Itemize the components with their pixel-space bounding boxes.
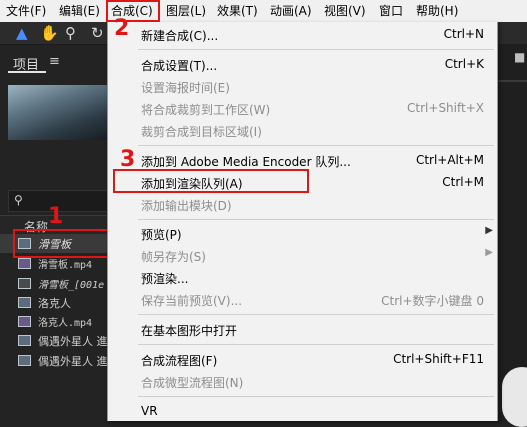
composition-icon (18, 297, 31, 308)
menu-separator (138, 314, 494, 315)
footage-thumbnail (8, 85, 107, 140)
menu-item-save-current-preview: 保存当前预览(V)... Ctrl+数字小键盘 0 (108, 289, 497, 309)
menu-item-shortcut: Ctrl+K (444, 57, 484, 71)
menu-item-shortcut: Ctrl+M (442, 175, 484, 189)
composition-icon (18, 355, 31, 366)
menu-help[interactable]: 帮助(H) (416, 0, 458, 22)
file-name: 偶遇外星人 進 (38, 355, 107, 368)
menu-separator (138, 145, 494, 146)
step-3-marker: 3 (120, 147, 136, 172)
menu-item-label: 添加输出模块(D) (141, 199, 232, 213)
menu-item-label: 在基本图形中打开 (141, 324, 238, 338)
file-name: 滑雪板_[001e (38, 280, 105, 291)
menu-layer[interactable]: 图层(L) (166, 0, 206, 22)
menu-separator (138, 344, 494, 345)
menu-item-label: 合成微型流程图(N) (141, 376, 244, 390)
menu-view[interactable]: 视图(V) (324, 0, 366, 22)
menu-item-save-frame-as: 帧另存为(S) ▶ (108, 245, 497, 265)
image-sequence-icon (18, 278, 31, 289)
step-3-highlight (113, 169, 309, 193)
menu-item-crop-comp-to-region: 裁剪合成到目标区域(I) (108, 120, 497, 140)
menu-item-label: 合成流程图(F) (141, 354, 218, 368)
menu-item-label: 预览(P) (141, 228, 182, 242)
menu-item-label: 裁剪合成到目标区域(I) (141, 125, 262, 139)
menu-item-mini-flowchart: 合成微型流程图(N) (108, 371, 497, 391)
tools-toolbar: ▲ ✋ ⚲ ↻ (0, 22, 107, 45)
menu-window[interactable]: 窗口 (379, 0, 403, 22)
right-toolbar-edge (496, 22, 527, 44)
divider (496, 80, 527, 82)
list-item[interactable]: 洛克人.mp4 (0, 312, 107, 331)
menu-item-label: 保存当前预览(V)... (141, 294, 243, 308)
step-1-highlight (13, 229, 111, 258)
menu-item-open-in-essential-graphics[interactable]: 在基本图形中打开 (108, 319, 497, 339)
menu-item-label: 添加到 Adobe Media Encoder 队列... (141, 155, 351, 169)
menu-item-shortcut: Ctrl+Shift+F11 (393, 352, 484, 366)
menu-separator (138, 219, 494, 220)
menu-item-shortcut: Ctrl+N (443, 27, 484, 41)
menu-item-add-to-media-encoder[interactable]: 添加到 Adobe Media Encoder 队列... Ctrl+Alt+M (108, 150, 497, 170)
file-name: 偶遇外星人 進 (38, 335, 107, 348)
composition-menu-dropdown: 新建合成(C)... Ctrl+N 合成设置(T)... Ctrl+K 设置海报… (107, 22, 498, 421)
hand-tool-icon[interactable]: ✋ (40, 25, 59, 41)
composition-icon (18, 335, 31, 346)
menu-item-label: 合成设置(T)... (141, 59, 218, 73)
submenu-arrow-icon: ▶ (485, 247, 493, 258)
menu-item-pre-render[interactable]: 预渲染... (108, 267, 497, 287)
project-panel-tab[interactable]: 项目 ≡ (0, 51, 107, 73)
right-panel-edge: ■ (496, 22, 527, 427)
menu-file[interactable]: 文件(F) (6, 0, 46, 22)
panel-menu-icon[interactable]: ≡ (49, 54, 60, 69)
menu-item-composition-settings[interactable]: 合成设置(T)... Ctrl+K (108, 54, 497, 74)
menu-item-label: 设置海报时间(E) (141, 81, 230, 95)
menu-item-label: 新建合成(C)... (141, 29, 219, 43)
floating-widget (502, 367, 527, 427)
menu-item-label: VR (141, 404, 158, 418)
file-name: 洛克人.mp4 (38, 318, 93, 329)
menu-item-preview[interactable]: 预览(P) ▶ (108, 223, 497, 243)
menu-animation[interactable]: 动画(A) (270, 0, 312, 22)
menu-item-shortcut: Ctrl+Shift+X (407, 101, 484, 115)
list-item[interactable]: 滑雪板_[001e (0, 274, 107, 293)
menu-item-vr[interactable]: VR (108, 401, 497, 421)
menu-separator (138, 396, 494, 397)
list-item[interactable]: 洛克人 (0, 293, 107, 312)
menu-separator (138, 49, 494, 50)
panel-edge-icon: ■ (514, 50, 526, 64)
video-file-icon (18, 316, 31, 327)
menu-item-new-composition[interactable]: 新建合成(C)... Ctrl+N (108, 24, 497, 44)
submenu-arrow-icon: ▶ (485, 225, 493, 236)
zoom-tool-icon[interactable]: ⚲ (65, 25, 76, 41)
list-item[interactable]: 偶遇外星人 進 (0, 351, 107, 370)
menu-item-add-output-module: 添加输出模块(D) (108, 194, 497, 214)
selection-tool-icon[interactable]: ▲ (16, 25, 28, 41)
menu-item-label: 预渲染... (141, 272, 189, 286)
menu-edit[interactable]: 编辑(E) (59, 0, 100, 22)
menu-item-label: 帧另存为(S) (141, 250, 206, 264)
menu-item-set-poster-time: 设置海报时间(E) (108, 76, 497, 96)
list-item[interactable]: 偶遇外星人 進 (0, 331, 107, 350)
rotate-tool-icon[interactable]: ↻ (91, 25, 104, 41)
menu-bar: 文件(F) 编辑(E) 合成(C) 图层(L) 效果(T) 动画(A) 视图(V… (0, 0, 527, 23)
menu-item-label: 将合成裁剪到工作区(W) (141, 103, 271, 117)
active-tab-indicator (8, 71, 46, 73)
menu-item-trim-comp-to-work-area: 将合成裁剪到工作区(W) Ctrl+Shift+X (108, 98, 497, 118)
step-1-marker: 1 (48, 204, 64, 229)
menu-item-composition-flowchart[interactable]: 合成流程图(F) Ctrl+Shift+F11 (108, 349, 497, 369)
menu-effect[interactable]: 效果(T) (217, 0, 258, 22)
menu-item-shortcut: Ctrl+Alt+M (415, 153, 484, 167)
file-name: 滑雪板.mp4 (38, 260, 93, 271)
step-2-marker: 2 (114, 16, 130, 41)
menu-item-shortcut: Ctrl+数字小键盘 0 (381, 294, 484, 308)
search-icon: ⚲ (14, 193, 23, 207)
video-file-icon (18, 258, 31, 269)
file-name: 洛克人 (38, 297, 71, 310)
